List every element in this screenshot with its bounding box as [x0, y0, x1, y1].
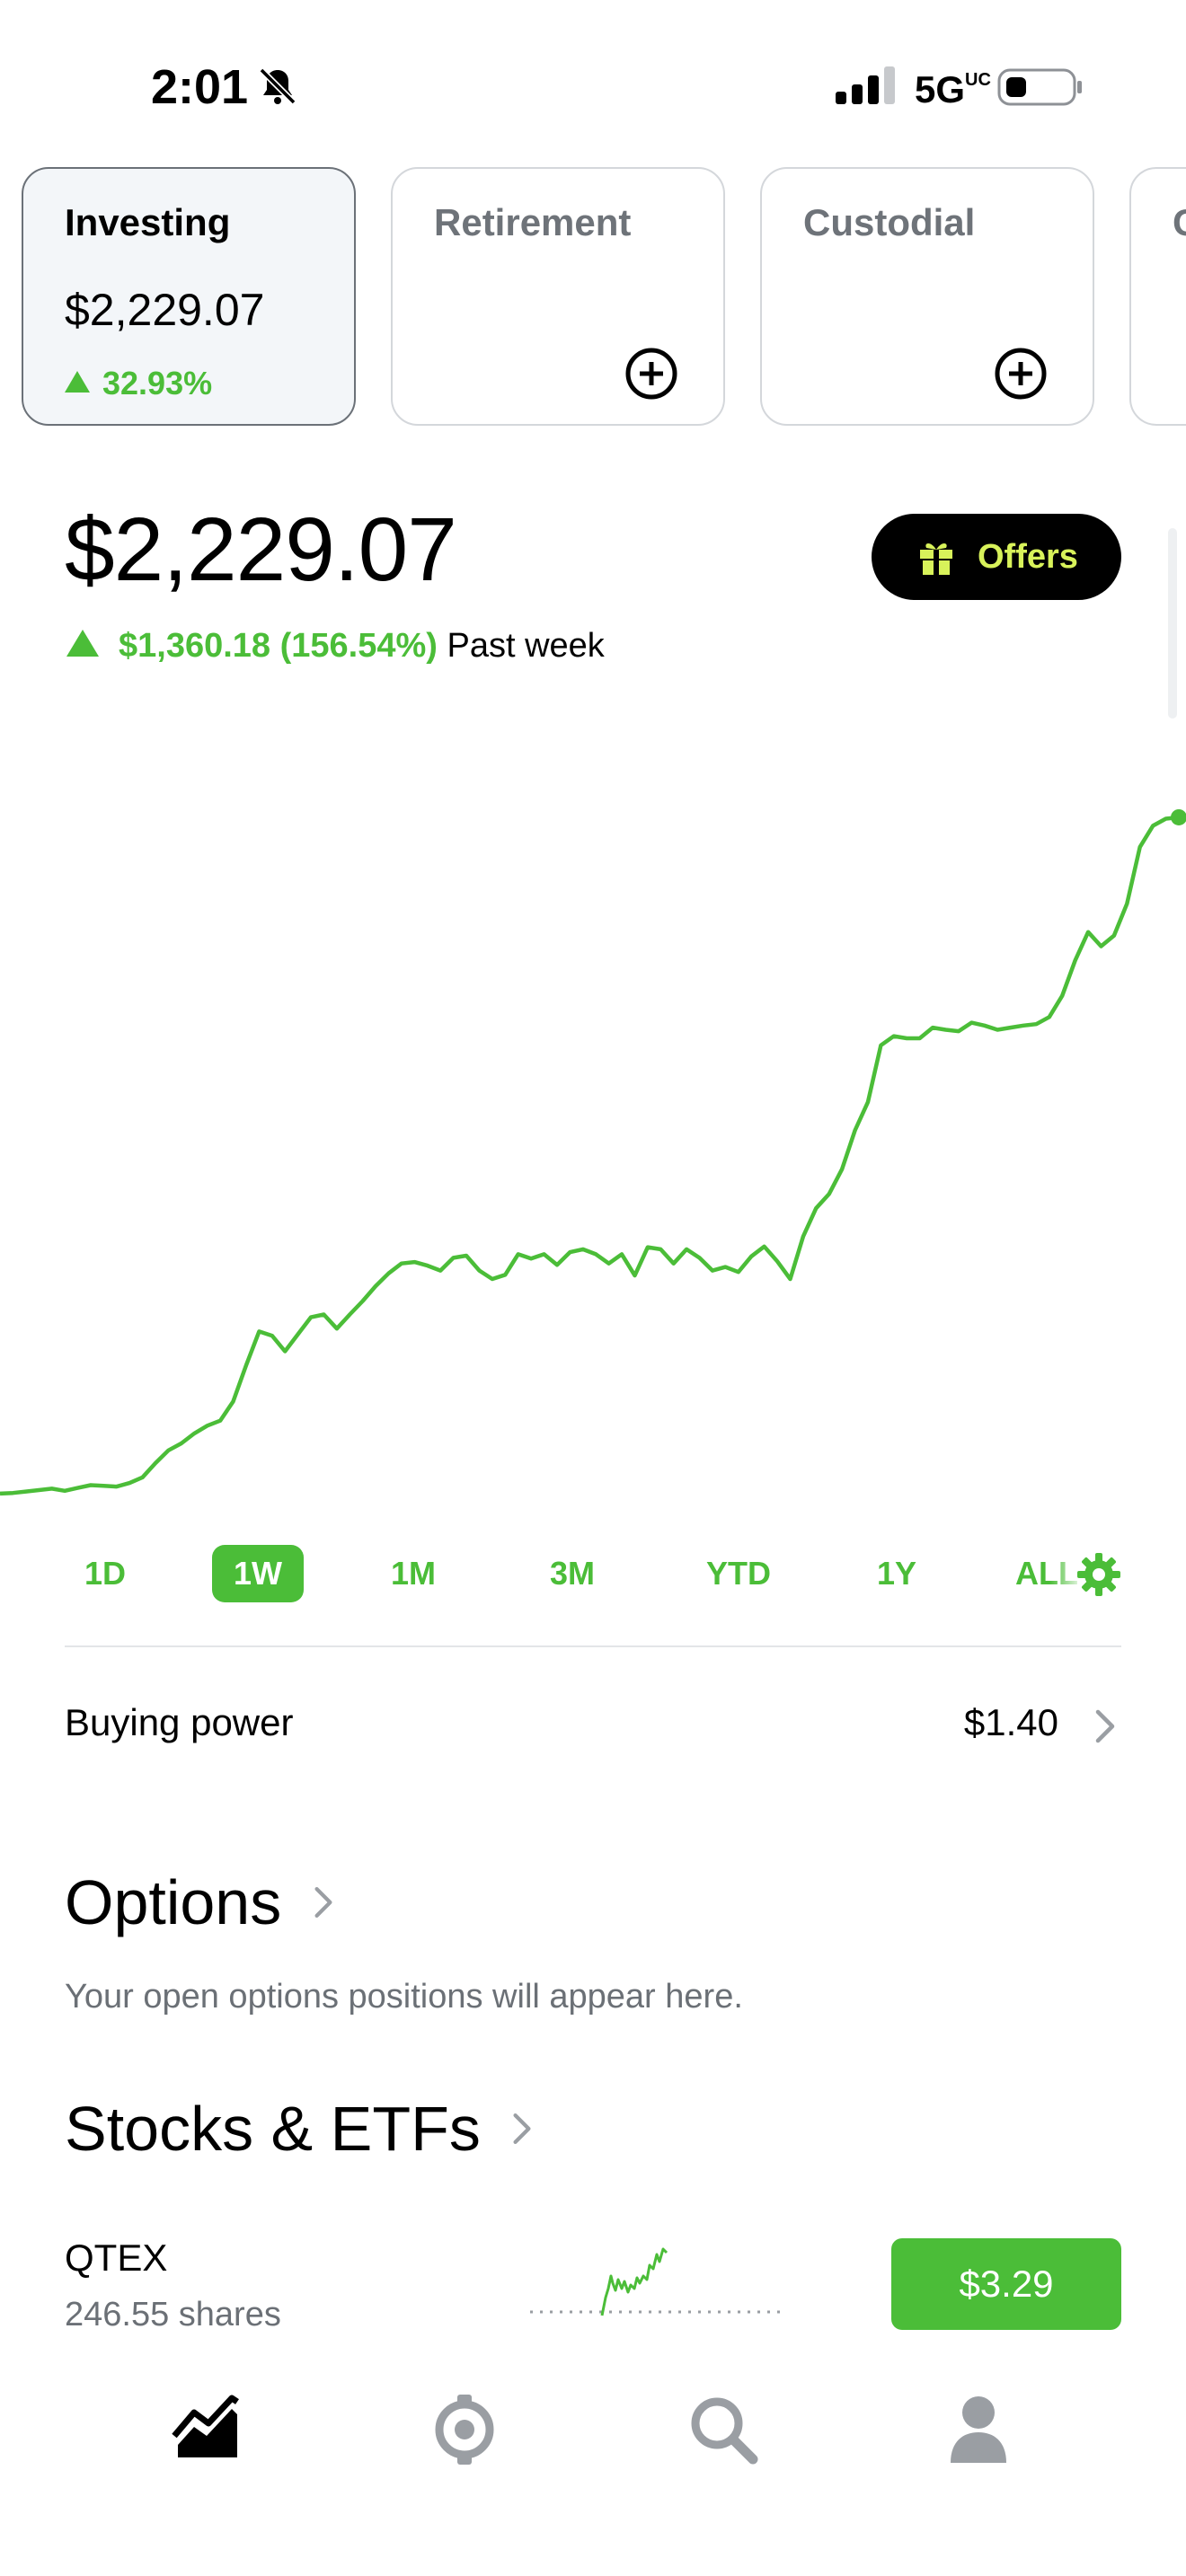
portfolio-value: $2,229.07 [65, 499, 457, 600]
chevron-right-icon [513, 2113, 531, 2144]
card-title: Retirement [434, 201, 632, 243]
battery-icon [997, 68, 1082, 106]
offers-button[interactable]: Offers [872, 514, 1121, 600]
card-title: Investing [65, 201, 231, 243]
account-selector: Investing $2,229.07 32.93% Retirement Cu… [0, 167, 1186, 428]
stock-price-button[interactable]: $3.29 [891, 2238, 1121, 2330]
account-card-partial[interactable]: C [1129, 167, 1186, 426]
chart-line-series [0, 815, 1180, 1496]
range-3m[interactable]: 3M [532, 1545, 613, 1602]
range-1w[interactable]: 1W [212, 1545, 304, 1602]
up-triangle-icon [65, 371, 90, 393]
buying-power-label: Buying power [65, 1701, 294, 1743]
signal-bars-icon [836, 66, 895, 104]
offers-label: Offers [978, 538, 1078, 576]
plus-circle-icon[interactable] [624, 347, 678, 401]
stock-row[interactable]: QTEX 246.55 shares $3.29 [65, 2236, 1121, 2344]
chart-current-point [1171, 808, 1186, 825]
up-triangle-icon [66, 630, 99, 657]
chevron-right-icon [1095, 1709, 1115, 1743]
status-bar: 2:01 5GUC [0, 0, 1186, 171]
change-amount: $1,360.18 (156.54%) [119, 627, 438, 665]
scroll-indicator [1168, 528, 1177, 719]
bell-slash-icon [259, 67, 296, 105]
account-card-investing[interactable]: Investing $2,229.07 32.93% [22, 167, 356, 426]
card-value: $2,229.07 [65, 285, 265, 335]
buying-power-value: $1.40 [963, 1701, 1058, 1743]
chart-trend-icon[interactable] [165, 2389, 246, 2470]
status-time: 2:01 [151, 60, 249, 114]
range-1y[interactable]: 1Y [861, 1545, 933, 1602]
card-change: 32.93% [65, 365, 212, 402]
stocks-section-title[interactable]: Stocks & ETFs [65, 2093, 531, 2165]
account-card-retirement[interactable]: Retirement [391, 167, 725, 426]
range-ytd[interactable]: YTD [694, 1545, 783, 1602]
person-icon[interactable] [938, 2389, 1019, 2470]
crypto-coin-icon[interactable] [424, 2389, 505, 2470]
bottom-nav [0, 2353, 1186, 2576]
card-title: Custodial [803, 201, 976, 243]
options-empty-message: Your open options positions will appear … [65, 1978, 743, 2016]
search-icon[interactable] [683, 2389, 764, 2470]
network-label: 5GUC [915, 68, 991, 110]
stock-symbol: QTEX [65, 2236, 168, 2279]
portfolio-chart[interactable] [0, 790, 1186, 1527]
divider [65, 1645, 1121, 1647]
time-range-selector: 1D 1W 1M 3M YTD 1Y ALL [0, 1545, 1186, 1608]
options-section-title[interactable]: Options [65, 1866, 332, 1938]
stock-sparkline [530, 2247, 780, 2316]
chevron-right-icon [314, 1887, 332, 1918]
portfolio-change: $1,360.18 (156.54%) Past week [66, 627, 605, 666]
gift-icon [920, 543, 952, 575]
change-period: Past week [447, 627, 605, 665]
stock-shares: 246.55 shares [65, 2296, 281, 2333]
account-card-custodial[interactable]: Custodial [760, 167, 1094, 426]
plus-circle-icon[interactable] [994, 347, 1048, 401]
gear-icon[interactable] [1076, 1552, 1121, 1597]
range-1d[interactable]: 1D [72, 1545, 138, 1602]
buying-power-row[interactable]: Buying power $1.40 [65, 1694, 1121, 1759]
range-1m[interactable]: 1M [377, 1545, 449, 1602]
card-title: C [1173, 201, 1186, 244]
